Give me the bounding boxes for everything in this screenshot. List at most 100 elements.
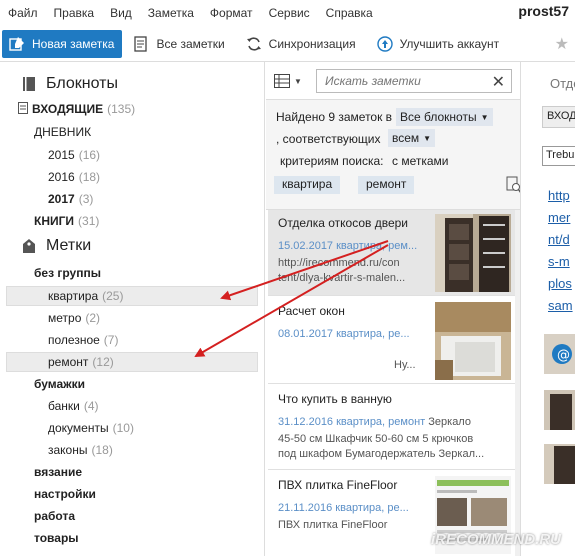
note-link[interactable]: plos (548, 276, 572, 291)
star-icon[interactable]: ★ (555, 34, 569, 54)
menu-tools[interactable]: Сервис (261, 6, 318, 20)
sidebar-tag-poleznoe[interactable]: полезное (7) (48, 333, 118, 347)
tags-header[interactable]: Метки (22, 237, 91, 255)
tag-label: ремонт (48, 355, 89, 369)
sidebar-tag-laws[interactable]: законы (18) (48, 443, 113, 457)
sidebar-item-2016[interactable]: 2016 (18) (48, 170, 100, 184)
notebooks-dropdown[interactable]: Все блокноты ▼ (396, 108, 493, 126)
tag-count: (18) (91, 443, 113, 457)
note-meta: 15.02.2017 квартира, рем... (278, 240, 418, 252)
sidebar-group-settings[interactable]: настройки (34, 487, 96, 501)
close-icon[interactable]: ✕ (492, 72, 505, 92)
search-input[interactable] (317, 70, 477, 92)
chevron-down-icon: ▼ (423, 133, 432, 143)
criteria-text: критериям поиска: (280, 154, 384, 168)
menu-edit[interactable]: Правка (46, 6, 103, 20)
menu-help[interactable]: Справка (318, 6, 381, 20)
menu-bar: Файл Правка Вид Заметка Формат Сервис Сп… (0, 0, 575, 26)
menu-file[interactable]: Файл (0, 6, 46, 20)
found-text: Найдено 9 заметок в (276, 110, 393, 124)
upgrade-button[interactable]: Улучшить аккаунт (366, 30, 510, 58)
note-title: Что купить в ванную (278, 392, 392, 406)
notebooks-dropdown-label: Все блокноты (400, 110, 477, 124)
note-item[interactable]: Расчет окон 08.01.2017 квартира, ре... Н… (268, 298, 515, 384)
save-search-icon[interactable] (506, 176, 520, 197)
notes-list: Отделка откосов двери 15.02.2017 квартир… (266, 210, 520, 556)
tag-label: банки (48, 399, 80, 413)
filter-tag-kvartira[interactable]: квартира (274, 176, 341, 194)
note-meta-tail: Зеркало (425, 416, 471, 428)
sidebar-tag-banki[interactable]: банки (4) (48, 399, 99, 413)
username[interactable]: prost57 (518, 3, 569, 19)
view-toggle-button[interactable]: ▼ (274, 71, 308, 91)
books-label: КНИГИ (34, 214, 75, 228)
tag-count: (4) (83, 399, 99, 413)
note-link[interactable]: http (548, 188, 570, 203)
note-meta: 31.12.2016 квартира, ремонт Зеркало (278, 416, 471, 428)
note-title: Расчет окон (278, 304, 345, 318)
note-item[interactable]: Что купить в ванную 31.12.2016 квартира,… (268, 386, 515, 470)
sidebar-tag-documents[interactable]: документы (10) (48, 421, 134, 435)
books-count: (31) (78, 214, 100, 228)
all-notes-label: Все заметки (156, 36, 225, 51)
note-snippet-line: под шкафом Бумагодержатель Зеркал... (278, 448, 485, 460)
notebooks-header[interactable]: Блокноты (22, 75, 118, 93)
note-editor-panel: Отде ВХОД Trebu http mer nt/d s-m plos s… (522, 62, 575, 556)
note-link[interactable]: mer (548, 210, 570, 225)
sidebar-item-diary[interactable]: ДНЕВНИК (34, 125, 91, 139)
toolbar: Новая заметка Все заметки Синхронизация … (0, 26, 575, 62)
font-selector[interactable]: Trebu (542, 146, 575, 166)
sync-label: Синхронизация (268, 36, 356, 51)
selected-tag-highlight (6, 352, 258, 372)
note-item[interactable]: Отделка откосов двери 15.02.2017 квартир… (268, 210, 515, 296)
menu-format[interactable]: Формат (202, 6, 261, 20)
sidebar-item-2017[interactable]: 2017 (3) (48, 192, 93, 206)
sidebar-group-goods[interactable]: товары (34, 531, 79, 545)
tag-count: (2) (85, 311, 101, 325)
menu-view[interactable]: Вид (102, 6, 140, 20)
sync-button[interactable]: Синхронизация (235, 30, 366, 58)
notebooks-header-label: Блокноты (46, 75, 118, 92)
note-snippet-line: Ну... (394, 359, 416, 371)
notes-scrollbar[interactable] (515, 210, 520, 556)
sidebar-group-no-group[interactable]: без группы (34, 266, 101, 280)
note-snippet: http://irecommend.ru/con tent/dlya-kvart… (278, 256, 405, 286)
note-link[interactable]: s-m (548, 254, 570, 269)
tag-count: (7) (103, 333, 119, 347)
menu-note[interactable]: Заметка (140, 6, 202, 20)
new-note-button[interactable]: Новая заметка (2, 29, 123, 58)
tags-header-label: Метки (46, 237, 92, 254)
diary-label: ДНЕВНИК (34, 125, 92, 139)
match-all-dropdown[interactable]: всем ▼ (388, 129, 436, 147)
note-title: ПВХ плитка FineFloor (278, 478, 398, 492)
sidebar-item-2015[interactable]: 2015 (16) (48, 148, 100, 162)
sync-icon (245, 35, 263, 53)
notebook-icon (22, 76, 38, 92)
filter-tag-remont[interactable]: ремонт (358, 176, 415, 194)
note-title: Отделка откосов двери (278, 216, 409, 230)
note-title-field[interactable]: Отде (550, 76, 575, 91)
sidebar-tag-kvartira[interactable]: квартира (25) (48, 289, 123, 303)
sidebar-group-knitting[interactable]: вязание (34, 465, 82, 479)
notebook-selector[interactable]: ВХОД (542, 106, 575, 128)
watermark: iRECOMMEND.RU (431, 531, 561, 548)
chevron-down-icon: ▼ (294, 76, 302, 86)
note-link[interactable]: sam (548, 298, 573, 313)
sidebar-tag-remont[interactable]: ремонт (12) (48, 355, 114, 369)
sidebar-item-books[interactable]: КНИГИ (31) (34, 214, 99, 228)
search-field[interactable]: ✕ (316, 69, 512, 93)
all-notes-button[interactable]: Все заметки (122, 30, 234, 58)
note-snippet-line: ПВХ плитка FineFloor (278, 519, 388, 531)
svg-text:@: @ (557, 348, 570, 363)
tag-label: метро (48, 311, 82, 325)
tag-icon (22, 238, 38, 254)
year-label: 2017 (48, 192, 75, 206)
sidebar-item-inbox[interactable]: ВХОДЯЩИЕ (135) (18, 102, 135, 116)
note-link[interactable]: nt/d (548, 232, 570, 247)
tag-count: (12) (92, 355, 114, 369)
sidebar-tag-metro[interactable]: метро (2) (48, 311, 100, 325)
sidebar-group-work[interactable]: работа (34, 509, 75, 523)
sidebar-group-papers[interactable]: бумажки (34, 377, 85, 391)
note-snippet: 45-50 см Шкафчик 50-60 см 5 крючков под … (278, 432, 484, 462)
note-thumbnail (435, 302, 511, 380)
